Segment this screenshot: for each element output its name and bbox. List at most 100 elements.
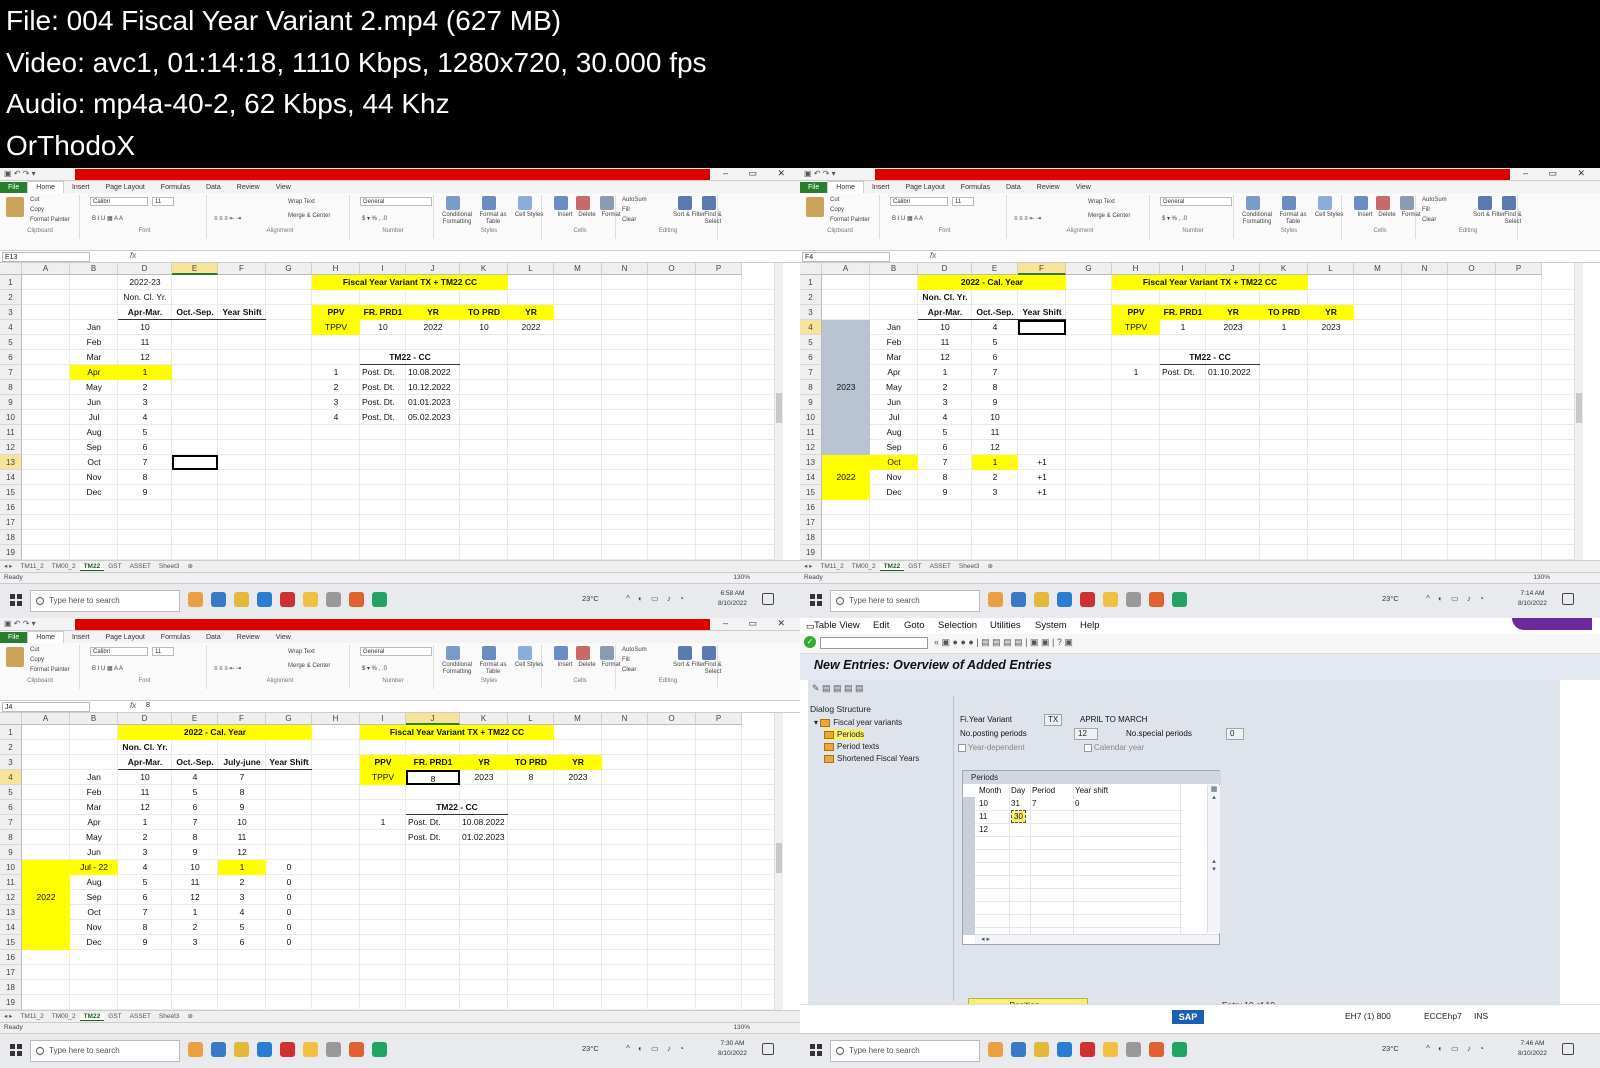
cell[interactable]: 12 xyxy=(972,440,1018,455)
cell[interactable]: 2022 xyxy=(22,890,70,905)
cell[interactable]: Post. Dt. xyxy=(1160,365,1206,380)
number-format-select[interactable]: General xyxy=(1160,197,1232,206)
conditional-formatting-button[interactable]: Conditional Formatting xyxy=(1240,212,1274,226)
quick-access-toolbar[interactable]: ▣ ↶ ↷ ▾ xyxy=(4,169,36,178)
tree-item-fiscal-year-variants[interactable]: ▾ Fiscal year variants xyxy=(814,717,902,728)
taskbar-search[interactable]: Type here to search xyxy=(830,1040,980,1062)
cell[interactable]: 10.08.2022 xyxy=(406,365,460,380)
cell[interactable]: Mar xyxy=(70,800,118,815)
sheet-tab-gst[interactable]: GST xyxy=(904,563,925,570)
window-controls[interactable]: – ▭ ✕ xyxy=(723,618,794,629)
row-header[interactable]: 2 xyxy=(0,740,22,755)
row-header[interactable]: 14 xyxy=(0,470,22,485)
cell[interactable]: Nov xyxy=(70,920,118,935)
cell[interactable]: 11 xyxy=(218,830,266,845)
app-icon[interactable] xyxy=(1011,1042,1026,1057)
app-icon[interactable] xyxy=(303,592,318,607)
merge-center-button[interactable]: Merge & Center xyxy=(288,663,330,669)
app-icon[interactable] xyxy=(1103,592,1118,607)
sheet-tab-tm22[interactable]: TM22 xyxy=(79,1013,105,1021)
cut-button[interactable]: Cut xyxy=(30,647,39,653)
cell[interactable]: 12 xyxy=(172,890,218,905)
cell[interactable]: 01.10.2022 xyxy=(1206,365,1260,380)
cell[interactable]: Jan xyxy=(70,770,118,785)
sheet-tab-gst[interactable]: GST xyxy=(104,1013,125,1020)
app-icon[interactable] xyxy=(349,592,364,607)
cell[interactable]: 3 xyxy=(118,845,172,860)
sheet-tab-tm11-2[interactable]: TM11_2 xyxy=(16,1013,47,1020)
paste-icon[interactable] xyxy=(806,197,824,217)
app-icon[interactable] xyxy=(211,1042,226,1057)
cell[interactable]: 7 xyxy=(118,905,172,920)
cell[interactable]: TM22 - CC xyxy=(1160,350,1260,365)
zoom-level[interactable]: 130% xyxy=(733,1023,750,1033)
cell[interactable]: 2 xyxy=(972,470,1018,485)
format-painter-button[interactable]: Format Painter xyxy=(30,217,70,223)
column-header[interactable]: P xyxy=(696,713,742,725)
format-cells-button[interactable]: Format xyxy=(594,212,628,219)
chrome-icon[interactable] xyxy=(280,592,295,607)
alignment-buttons[interactable]: ≡ ≡ ≡ ⇤ ⇥ xyxy=(214,665,241,672)
cell[interactable]: TO PRD xyxy=(1260,305,1308,320)
cell[interactable]: 6 xyxy=(972,350,1018,365)
weather[interactable]: 23°C xyxy=(582,594,599,603)
menu-edit[interactable]: Edit xyxy=(873,618,889,634)
app-toolbar-icons[interactable]: ✎ ▤ ▤ ▤ ▤ xyxy=(812,683,864,694)
edge-icon[interactable] xyxy=(257,592,272,607)
column-header[interactable]: D xyxy=(118,263,172,275)
number-format-select[interactable]: General xyxy=(360,647,432,656)
row-header[interactable]: 14 xyxy=(0,920,22,935)
column-header[interactable]: I xyxy=(360,263,406,275)
font-size-select[interactable]: 11 xyxy=(152,197,174,206)
font-style-buttons[interactable]: B I U ▦ A A xyxy=(892,215,923,222)
cell[interactable]: TPPV xyxy=(360,770,406,785)
cell[interactable] xyxy=(172,455,218,470)
column-header[interactable]: N xyxy=(602,713,648,725)
column-header[interactable]: G xyxy=(1066,263,1112,275)
cell[interactable]: 10 xyxy=(118,770,172,785)
toolbar-icons[interactable]: « ▣ ● ● ● | ▤ ▤ ▤ ▤ | ▣ ▣ | ? ▣ xyxy=(934,637,1073,648)
cell[interactable]: 10.08.2022 xyxy=(460,815,508,830)
cell[interactable]: Sep xyxy=(70,890,118,905)
app-icon[interactable] xyxy=(1149,592,1164,607)
sheet-nav-arrows[interactable]: ◂ ▸ xyxy=(0,563,16,570)
cell[interactable]: FR. PRD1 xyxy=(406,755,460,770)
table-vscroll[interactable]: ▦ ▴ ▴ ▾ xyxy=(1207,785,1220,933)
column-header[interactable]: A xyxy=(22,713,70,725)
column-header[interactable]: P xyxy=(1496,263,1542,275)
zoom-level[interactable]: 130% xyxy=(1533,573,1550,583)
folder-app-icon[interactable] xyxy=(1034,1042,1049,1057)
settings-icon[interactable] xyxy=(1126,592,1141,607)
cell[interactable]: 6 xyxy=(918,440,972,455)
cell[interactable]: 7 xyxy=(218,770,266,785)
alignment-buttons[interactable]: ≡ ≡ ≡ ⇤ ⇥ xyxy=(214,215,241,222)
cell[interactable]: 5 xyxy=(218,920,266,935)
weather[interactable]: 23°C xyxy=(1382,1044,1399,1053)
cell[interactable]: 3 xyxy=(312,395,360,410)
cell[interactable]: 4 xyxy=(118,410,172,425)
column-header[interactable]: K xyxy=(460,713,508,725)
row-header[interactable]: 3 xyxy=(800,305,822,320)
cell[interactable]: 4 xyxy=(312,410,360,425)
command-field[interactable] xyxy=(820,637,928,649)
column-header[interactable]: O xyxy=(648,713,696,725)
cell[interactable]: 2 xyxy=(118,380,172,395)
column-header[interactable]: L xyxy=(508,263,554,275)
number-buttons[interactable]: $ ▾ % , .0 xyxy=(362,215,387,222)
cell[interactable]: 0 xyxy=(266,890,312,905)
copy-button[interactable]: Copy xyxy=(30,207,44,213)
cell[interactable]: Oct.-Sep. xyxy=(972,305,1018,320)
cell[interactable]: 1 xyxy=(360,815,406,830)
zoom-level[interactable]: 130% xyxy=(733,573,750,583)
cell[interactable]: 4 xyxy=(972,320,1018,335)
cell[interactable]: Aug xyxy=(70,425,118,440)
windows-start-icon[interactable] xyxy=(10,594,22,606)
cell[interactable]: 10 xyxy=(172,860,218,875)
cell[interactable]: Sep xyxy=(870,440,918,455)
cell[interactable]: TM22 - CC xyxy=(360,350,460,365)
app-icon[interactable] xyxy=(349,1042,364,1057)
row-header[interactable]: 1 xyxy=(800,275,822,290)
checkbox-icon[interactable] xyxy=(1084,743,1092,752)
cell[interactable]: 2 xyxy=(312,380,360,395)
conditional-formatting-button[interactable]: Conditional Formatting xyxy=(440,662,474,676)
